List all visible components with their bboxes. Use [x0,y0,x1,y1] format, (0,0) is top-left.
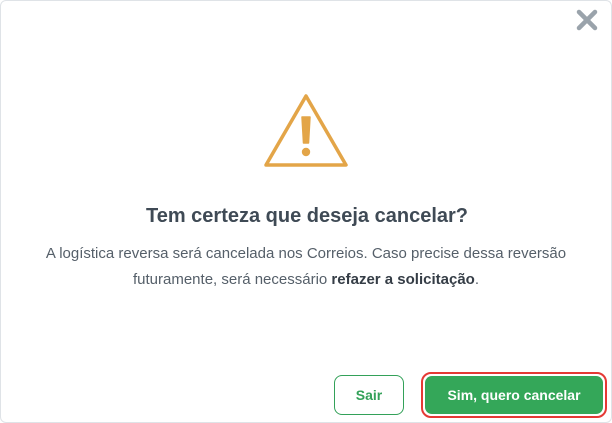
warning-triangle-icon [264,94,348,167]
close-icon [576,9,598,31]
message-end: . [474,271,480,288]
message-emphasis: refazer a solicitação [331,271,475,288]
dialog-title: Tem certeza que deseja cancelar? [145,205,468,227]
exit-button[interactable]: Sair [334,375,404,415]
dialog-message: A logística reversa será cancelada nos C… [41,241,571,293]
message-text: A logística reversa será cancelada nos C… [45,245,567,288]
close-button[interactable] [573,6,601,34]
cancel-confirmation-dialog: Tem certeza que deseja cancelar? A logís… [0,0,612,423]
confirm-cancel-button[interactable]: Sim, quero cancelar [425,376,603,414]
